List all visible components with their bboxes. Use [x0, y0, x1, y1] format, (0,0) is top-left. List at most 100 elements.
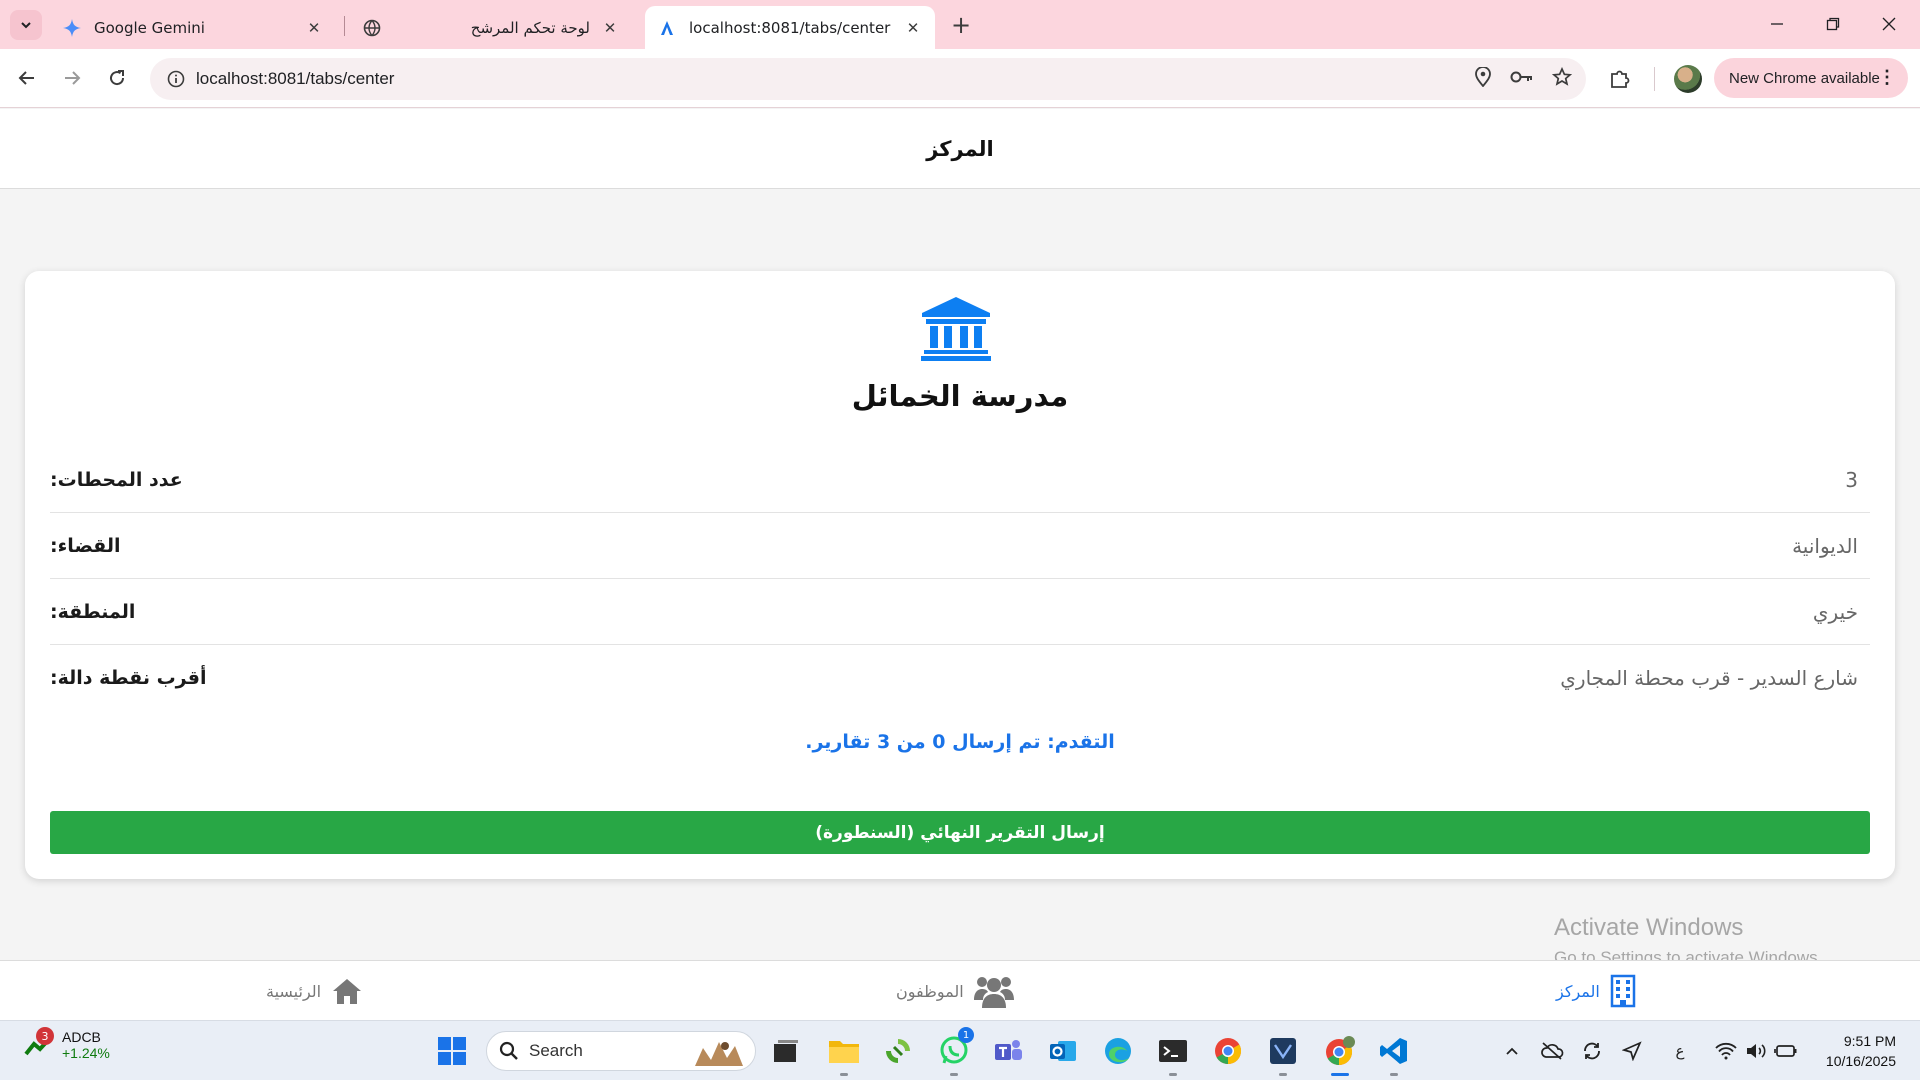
tab-google-gemini[interactable]: Google Gemini ✕ [50, 6, 336, 49]
taskbar-vscode[interactable] [1376, 1033, 1412, 1076]
location-tray-icon[interactable] [1620, 1039, 1644, 1063]
chrome-profile-icon [1326, 1036, 1355, 1066]
taskbar-whatsapp[interactable]: 1 [936, 1027, 974, 1076]
tab-home[interactable]: الرئيسية [266, 973, 363, 1009]
more-menu-icon[interactable]: ⋮ [1878, 68, 1896, 86]
notification-badge: 1 [958, 1027, 974, 1043]
sync-tray-icon[interactable] [1580, 1039, 1604, 1063]
page-header: المركز [0, 109, 1920, 189]
taskbar-chrome[interactable] [1210, 1033, 1246, 1069]
back-button[interactable] [10, 61, 44, 95]
stock-change: +1.24% [62, 1045, 110, 1061]
restore-button[interactable] [1813, 8, 1853, 40]
gemini-icon [62, 18, 82, 38]
tab-localhost-center[interactable]: localhost:8081/tabs/center ✕ [645, 6, 935, 49]
taskbar-edge[interactable] [1100, 1033, 1136, 1069]
close-icon[interactable]: ✕ [304, 18, 324, 38]
taskbar-outlook[interactable] [1045, 1033, 1081, 1069]
volume-icon [1747, 1044, 1766, 1058]
windows-taskbar: 3 ADCB +1.24% Search 1 ع 9:51 PM 10/16/2… [0, 1020, 1920, 1080]
url-text[interactable]: localhost:8081/tabs/center [196, 69, 394, 89]
clock-date: 10/16/2025 [1825, 1053, 1896, 1069]
windows-logo-icon [438, 1037, 466, 1065]
stock-widget[interactable]: 3 ADCB +1.24% [24, 1027, 110, 1061]
start-button[interactable] [434, 1033, 470, 1069]
input-language[interactable]: ع [1668, 1039, 1692, 1063]
close-icon[interactable]: ✕ [600, 18, 620, 38]
sync-icon [1584, 1042, 1600, 1060]
battery-icon [1774, 1045, 1797, 1057]
tab-label: الرئيسية [266, 981, 322, 1001]
chevron-up-icon [1506, 1047, 1518, 1055]
reload-button[interactable] [100, 61, 134, 95]
field-label: أقرب نقطة دالة: [50, 667, 207, 689]
taskbar-visual-studio[interactable] [1265, 1033, 1301, 1076]
profile-avatar[interactable] [1674, 65, 1702, 93]
task-view-button[interactable] [768, 1033, 804, 1069]
show-hidden-icons-button[interactable] [1500, 1039, 1524, 1063]
taskbar-file-explorer[interactable] [826, 1033, 862, 1076]
taskbar-chrome-profile[interactable] [1322, 1033, 1358, 1076]
site-info-icon[interactable] [156, 70, 196, 88]
tab-candidate-dashboard[interactable]: لوحة تحكم المرشح ✕ [350, 6, 632, 49]
close-icon[interactable]: ✕ [903, 18, 923, 38]
field-value: شارع السدير - قرب محطة المجاري [1560, 666, 1858, 690]
cloud-offline-icon [1541, 1042, 1564, 1060]
restore-icon [1826, 17, 1840, 31]
puzzle-icon [1611, 70, 1630, 88]
new-chrome-available-button[interactable]: New Chrome available ⋮ [1714, 58, 1908, 98]
tab-center[interactable]: المركز [1556, 973, 1636, 1009]
toolbar-divider [1654, 67, 1655, 91]
running-indicator [1169, 1073, 1177, 1076]
password-key-icon[interactable] [1510, 69, 1534, 89]
minimize-button[interactable] [1757, 8, 1797, 40]
system-clock[interactable]: 9:51 PM 10/16/2025 [1826, 1031, 1896, 1071]
field-label: القضاء: [50, 534, 121, 557]
tab-label: المركز [1556, 981, 1600, 1001]
extensions-button[interactable] [1606, 65, 1634, 93]
battery-tray-icon[interactable] [1774, 1039, 1798, 1063]
bottom-tab-bar: الرئيسية الموظفون المركز [0, 960, 1920, 1020]
taskbar-terminal[interactable] [1155, 1033, 1191, 1076]
field-value: الديوانية [1792, 533, 1858, 558]
tab-search-button[interactable] [10, 10, 42, 40]
close-window-button[interactable] [1869, 8, 1909, 40]
institution-icon [921, 297, 991, 361]
new-tab-button[interactable]: + [947, 11, 975, 39]
info-row-landmark: أقرب نقطة دالة: شارع السدير - قرب محطة ا… [50, 645, 1870, 711]
terminal-icon [1159, 1040, 1187, 1062]
volume-tray-icon[interactable] [1744, 1039, 1768, 1063]
browser-tab-strip: Google Gemini ✕ لوحة تحكم المرشح ✕ local… [0, 0, 1920, 49]
chrome-icon [1215, 1038, 1242, 1065]
taskbar-recycle-app[interactable] [880, 1033, 916, 1069]
center-info-card: مدرسة الخمائل عدد المحطات: 3 القضاء: الد… [25, 271, 1895, 879]
taskbar-search[interactable]: Search [486, 1031, 756, 1071]
browser-toolbar: localhost:8081/tabs/center New Chrome av… [0, 49, 1920, 108]
folder-icon [829, 1041, 859, 1063]
submit-final-report-button[interactable]: إرسال التقرير النهائي (السنطورة) [50, 811, 1870, 854]
running-indicator [1279, 1073, 1287, 1076]
wifi-tray-icon[interactable] [1714, 1039, 1738, 1063]
search-icon [499, 1041, 518, 1060]
onedrive-tray-icon[interactable] [1540, 1039, 1564, 1063]
recycle-icon [886, 1039, 910, 1063]
running-indicator [950, 1073, 958, 1076]
edge-icon [1105, 1038, 1131, 1064]
arrow-right-icon [65, 71, 81, 85]
clock-time: 9:51 PM [1843, 1033, 1896, 1049]
address-bar[interactable]: localhost:8081/tabs/center [150, 58, 1586, 100]
tab-title: Google Gemini [94, 18, 205, 37]
chevron-down-icon [21, 22, 31, 29]
tab-label: الموظفون [896, 981, 964, 1001]
field-label: عدد المحطات: [50, 468, 183, 491]
tab-employees[interactable]: الموظفون [896, 973, 1014, 1009]
notification-badge: 3 [36, 1027, 54, 1045]
bookmark-star-icon[interactable] [1551, 66, 1573, 91]
tab-title: localhost:8081/tabs/center [689, 18, 891, 37]
visual-studio-icon [1270, 1038, 1296, 1064]
building-icon [1610, 974, 1636, 1008]
taskbar-teams[interactable] [990, 1033, 1026, 1069]
update-label: New Chrome available [1729, 69, 1880, 87]
location-icon[interactable] [1474, 66, 1492, 91]
forward-button[interactable] [55, 61, 89, 95]
